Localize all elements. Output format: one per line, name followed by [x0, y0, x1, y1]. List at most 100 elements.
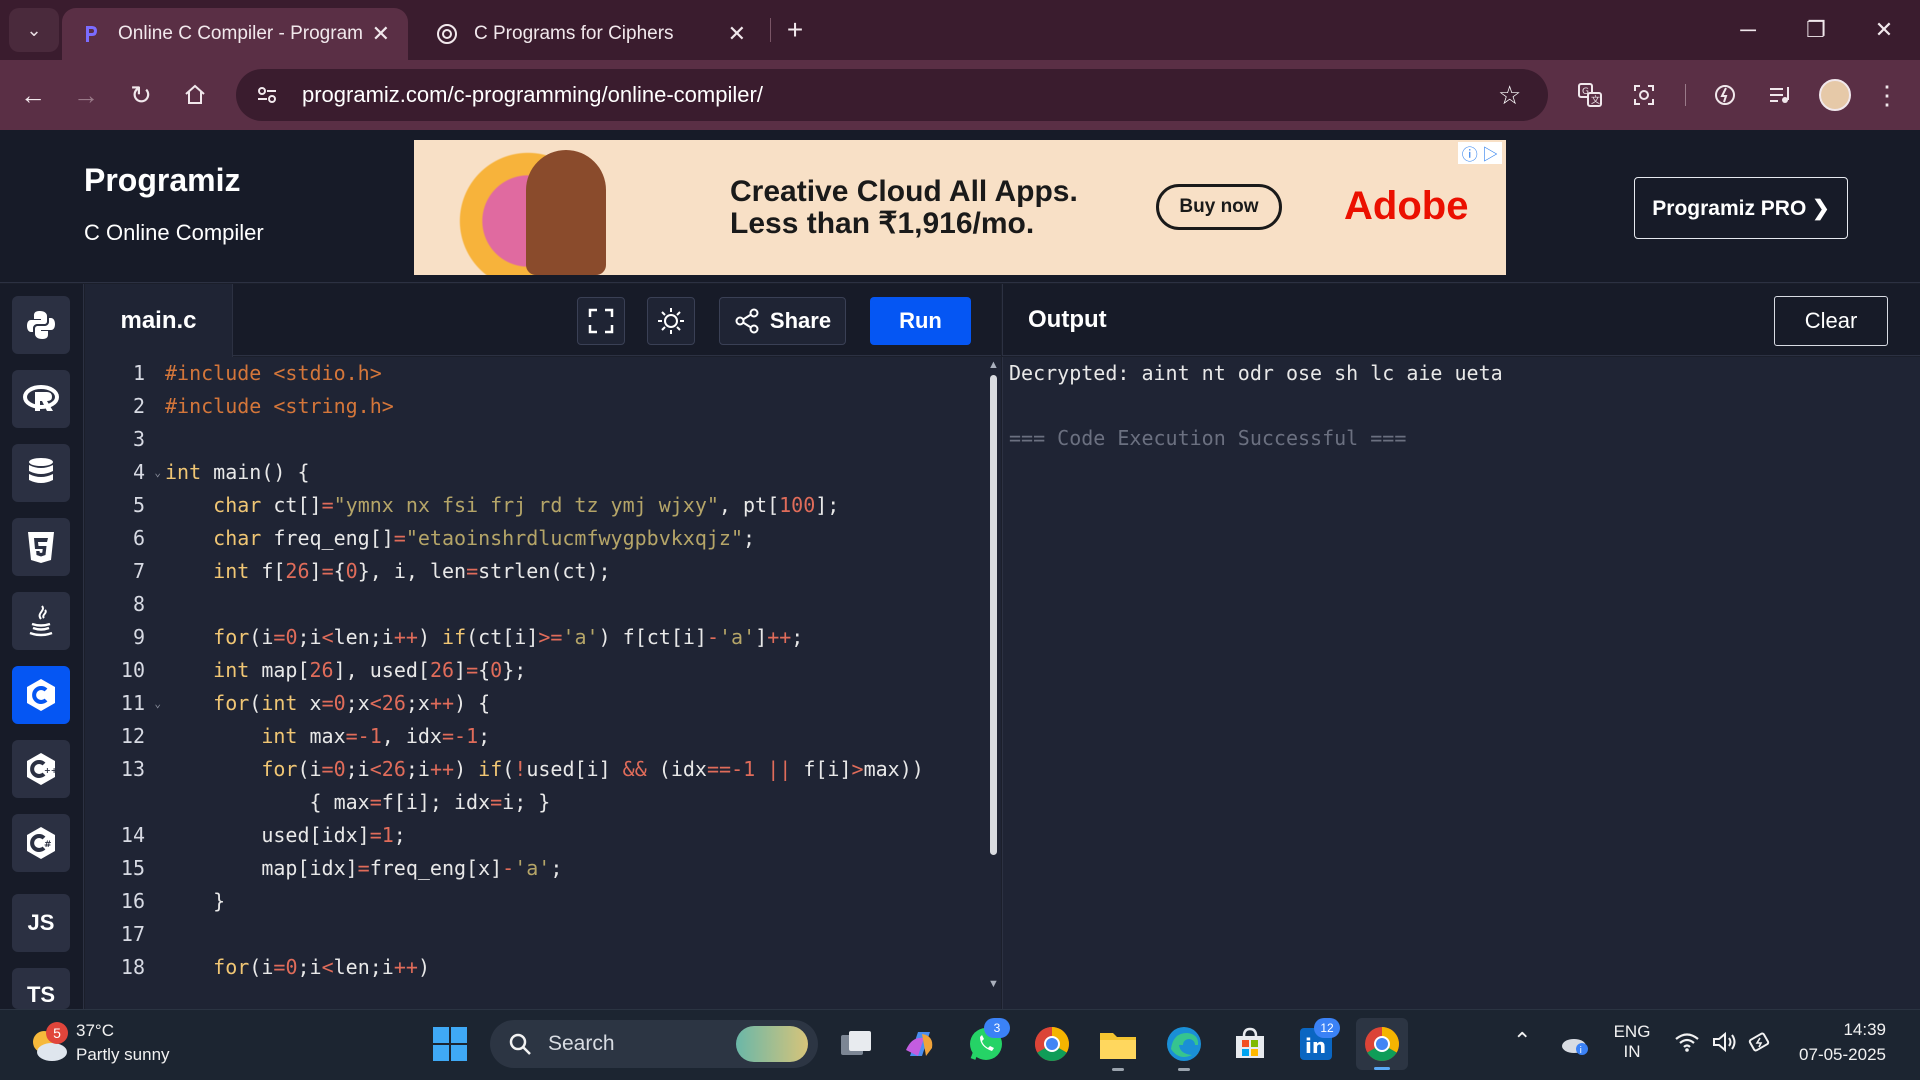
volume-icon[interactable]	[1712, 1030, 1738, 1059]
microsoft-store-app[interactable]	[1224, 1018, 1276, 1070]
browser-tab-active[interactable]: Online C Compiler - Programiz ✕	[62, 8, 408, 60]
file-explorer-app[interactable]	[1092, 1018, 1144, 1071]
python-icon	[27, 311, 55, 339]
show-hidden-icons-chevron-icon[interactable]: ⌃	[1513, 1028, 1531, 1054]
run-button[interactable]: Run	[870, 297, 971, 345]
onedrive-icon[interactable]: i	[1560, 1030, 1590, 1061]
copilot-app[interactable]	[894, 1018, 946, 1070]
code-line[interactable]: int f[26]={0}, i, len=strlen(ct);	[165, 555, 981, 588]
code-editor[interactable]: 1 2 3 4 ⌄ 5 6 7 8 9 10 11 ⌄ 12 13 14 15 16 17 18 #include <…	[85, 357, 1001, 1009]
programiz-pro-button[interactable]: Programiz PRO ❯	[1634, 177, 1848, 239]
linkedin-app[interactable]: in 12	[1290, 1018, 1342, 1070]
wifi-icon[interactable]	[1674, 1030, 1700, 1059]
performance-icon[interactable]	[1703, 73, 1747, 117]
task-view-button[interactable]	[830, 1018, 882, 1070]
clock-time[interactable]: 14:39	[1798, 1020, 1886, 1040]
sidebar-item-c[interactable]	[12, 666, 70, 724]
tab-search-button[interactable]: ⌄	[9, 8, 59, 52]
line-number: 1	[132, 361, 145, 385]
sidebar-item-typescript[interactable]: TS	[12, 968, 70, 1009]
sidebar-item-java[interactable]	[12, 592, 70, 650]
home-icon[interactable]	[173, 73, 217, 117]
share-button[interactable]: Share	[719, 297, 846, 345]
code-line[interactable]: int map[26], used[26]={0};	[165, 654, 981, 687]
scroll-down-arrow-icon[interactable]: ▼	[988, 978, 999, 990]
editor-scrollbar[interactable]	[990, 375, 997, 855]
code-line[interactable]: for(i=0;i<len;i++) if(ct[i]>='a') f[ct[i…	[165, 621, 981, 654]
tab-title: C Programs for Ciphers	[474, 23, 674, 44]
sidebar-item-sql[interactable]	[12, 444, 70, 502]
whatsapp-app[interactable]: 3	[960, 1018, 1012, 1070]
code-line[interactable]	[165, 918, 981, 951]
svg-text:文: 文	[1591, 94, 1600, 106]
advertisement-banner[interactable]: Creative Cloud All Apps. Less than ₹1,91…	[414, 140, 1506, 275]
close-tab-icon[interactable]: ✕	[372, 21, 390, 47]
language-indicator[interactable]: ENG IN	[1612, 1022, 1652, 1062]
code-line[interactable]: map[idx]=freq_eng[x]-'a';	[165, 852, 981, 885]
line-number	[85, 786, 145, 819]
code-line[interactable]: char ct[]="ymnx nx fsi frj rd tz ymj wjx…	[165, 489, 981, 522]
clear-button[interactable]: Clear	[1774, 296, 1888, 346]
sidebar-item-html[interactable]	[12, 518, 70, 576]
theme-toggle-button[interactable]	[647, 297, 695, 345]
code-line[interactable]	[165, 423, 981, 456]
cpp-icon: ++	[27, 753, 57, 785]
sidebar-item-cpp[interactable]: ++	[12, 740, 70, 798]
code-line[interactable]: }	[165, 885, 981, 918]
close-tab-icon[interactable]: ✕	[728, 21, 746, 47]
code-line[interactable]: #include <stdio.h>	[165, 357, 981, 390]
java-icon	[29, 605, 53, 637]
code-line[interactable]: { max=f[i]; idx=i; }	[165, 786, 981, 819]
file-tab-main-c[interactable]: main.c	[85, 284, 233, 357]
chrome-profile-app[interactable]	[1356, 1018, 1408, 1070]
weather-widget[interactable]: 5	[26, 1022, 72, 1068]
chrome-app[interactable]	[1026, 1018, 1078, 1070]
translate-icon[interactable]: G文	[1568, 73, 1612, 117]
fold-toggle-icon[interactable]: ⌄	[154, 456, 161, 489]
tab-divider	[770, 18, 771, 42]
code-line[interactable]	[165, 588, 981, 621]
sidebar-item-python[interactable]	[12, 296, 70, 354]
code-content[interactable]: #include <stdio.h> #include <string.h> int…	[165, 357, 981, 984]
code-line[interactable]: used[idx]=1;	[165, 819, 981, 852]
scroll-up-arrow-icon[interactable]: ▲	[988, 359, 999, 371]
media-queue-icon[interactable]	[1757, 73, 1801, 117]
code-line[interactable]: #include <string.h>	[165, 390, 981, 423]
code-line[interactable]: for(i=0;i<len;i++)	[165, 951, 981, 984]
menu-kebab-icon[interactable]: ⋮	[1865, 73, 1909, 117]
ad-choices-icon[interactable]: ⓘ ▷	[1458, 142, 1502, 164]
programiz-logo[interactable]: Programiz	[84, 162, 240, 199]
fullscreen-button[interactable]	[577, 297, 625, 345]
screenshot-icon[interactable]	[1622, 73, 1666, 117]
ad-buy-now-button[interactable]: Buy now	[1156, 184, 1282, 230]
tab-title: Online C Compiler - Programiz	[118, 23, 362, 44]
code-line[interactable]: int main() {	[165, 456, 981, 489]
sidebar-item-r[interactable]	[12, 370, 70, 428]
battery-charging-icon[interactable]	[1748, 1030, 1774, 1059]
bookmark-star-icon[interactable]: ☆	[1498, 80, 1548, 111]
new-tab-button[interactable]: +	[780, 12, 810, 48]
code-line[interactable]: int max=-1, idx=-1;	[165, 720, 981, 753]
ad-headline-2: Less than ₹1,916/mo.	[730, 207, 1035, 240]
sidebar-item-javascript[interactable]: JS	[12, 894, 70, 952]
minimize-icon[interactable]: ─	[1714, 0, 1782, 60]
profile-avatar[interactable]	[1819, 79, 1851, 111]
fold-toggle-icon[interactable]: ⌄	[154, 687, 161, 720]
edge-app[interactable]	[1158, 1018, 1210, 1071]
close-window-icon[interactable]: ✕	[1850, 0, 1918, 60]
line-number: 2	[132, 394, 145, 418]
site-info-icon[interactable]	[244, 84, 290, 106]
reload-icon[interactable]: ↻	[119, 73, 163, 117]
clock-date[interactable]: 07-05-2025	[1786, 1045, 1886, 1065]
code-line[interactable]: char freq_eng[]="etaoinshrdlucmfwygpbvkx…	[165, 522, 981, 555]
code-line[interactable]: for(int x=0;x<26;x++) {	[165, 687, 981, 720]
forward-icon[interactable]: →	[64, 73, 108, 117]
address-bar[interactable]: programiz.com/c-programming/online-compi…	[236, 69, 1548, 121]
taskbar-search-box[interactable]: Search	[490, 1020, 818, 1068]
back-icon[interactable]: ←	[11, 73, 55, 117]
start-button[interactable]	[424, 1018, 476, 1070]
sidebar-item-csharp[interactable]: #	[12, 814, 70, 872]
browser-tab[interactable]: C Programs for Ciphers ✕	[418, 8, 764, 60]
restore-icon[interactable]: ❐	[1782, 0, 1850, 60]
code-line[interactable]: for(i=0;i<26;i++) if(!used[i] && (idx==-…	[165, 753, 981, 786]
